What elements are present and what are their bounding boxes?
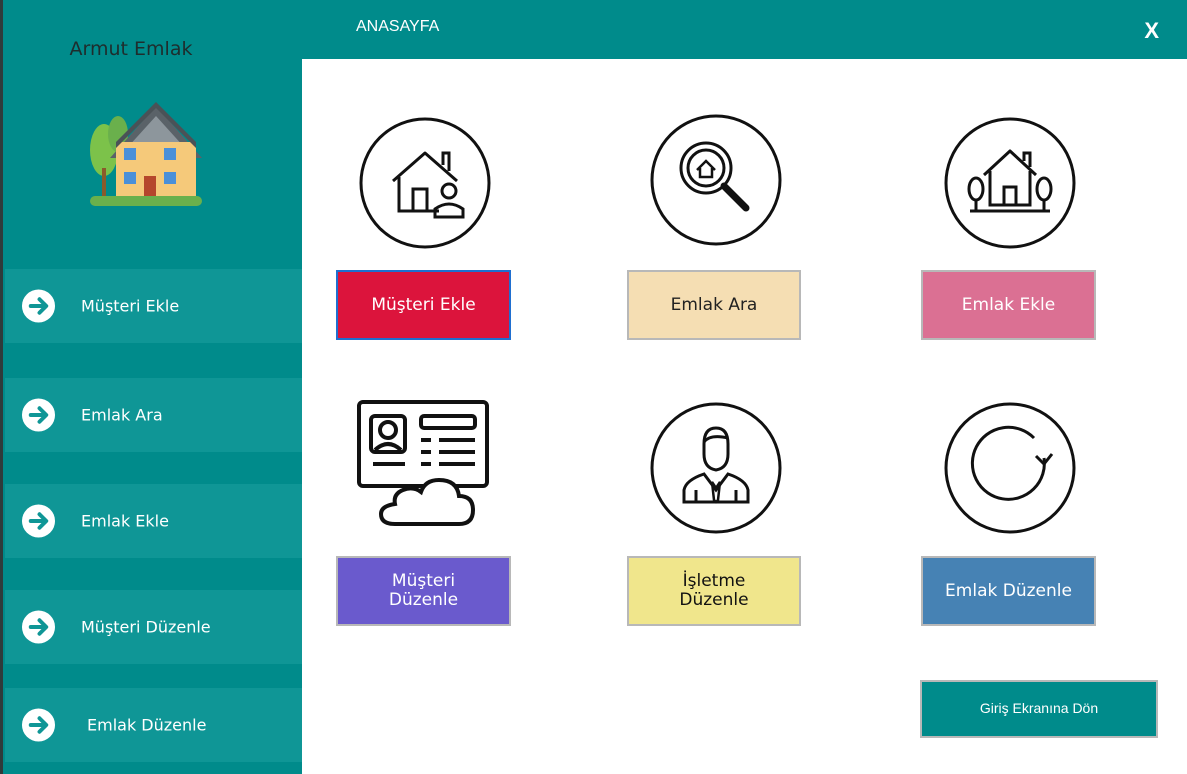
emlak-ekle-button[interactable]: Emlak Ekle: [921, 270, 1096, 340]
sidebar-item-emlak-ekle[interactable]: Emlak Ekle: [5, 484, 302, 558]
button-label: Giriş Ekranına Dön: [979, 700, 1099, 717]
sidebar-item-label: Müşteri Ekle: [81, 296, 180, 316]
house-user-icon: [359, 117, 491, 249]
search-house-icon: [650, 114, 782, 246]
sidebar-item-label: Emlak Düzenle: [87, 715, 207, 735]
arrow-right-circle-icon: [21, 398, 56, 432]
header-bar: ANASAYFA X: [302, 0, 1187, 59]
button-label: Emlak Düzenle: [945, 580, 1072, 601]
button-label-line1: İşletme: [682, 571, 746, 592]
page-title: ANASAYFA: [356, 18, 440, 35]
button-label: Emlak Ekle: [961, 294, 1056, 315]
emlak-duzenle-button[interactable]: Emlak Düzenle: [921, 556, 1096, 626]
emlak-ara-button[interactable]: Emlak Ara: [627, 270, 801, 340]
isletme-duzenle-button[interactable]: İşletme Düzenle: [627, 556, 801, 626]
sidebar-item-musteri-duzenle[interactable]: Müşteri Düzenle: [5, 590, 302, 664]
button-label: Müşteri Ekle: [371, 294, 476, 315]
close-button[interactable]: X: [1144, 18, 1159, 44]
giris-ekranina-don-button[interactable]: Giriş Ekranına Dön: [920, 680, 1158, 738]
sidebar-item-musteri-ekle[interactable]: Müşteri Ekle: [5, 269, 302, 343]
sidebar: Armut Emlak Müşteri Ekle Emlak Ara Emlak…: [0, 0, 302, 774]
app-title: Armut Emlak: [69, 38, 193, 60]
musteri-duzenle-button[interactable]: Müşteri Düzenle: [336, 556, 511, 626]
businessman-icon: [650, 402, 782, 534]
window-edge: [0, 0, 3, 774]
button-label-line2: Düzenle: [388, 590, 459, 610]
arrow-right-circle-icon: [21, 504, 56, 538]
sidebar-item-emlak-duzenle[interactable]: Emlak Düzenle: [5, 688, 302, 762]
arrow-right-circle-icon: [21, 289, 56, 323]
button-label: Emlak Ara: [670, 294, 758, 315]
arrow-right-circle-icon: [21, 708, 56, 742]
sidebar-item-emlak-ara[interactable]: Emlak Ara: [5, 378, 302, 452]
button-label-line2: Düzenle: [679, 590, 749, 610]
arrow-right-circle-icon: [21, 610, 56, 644]
musteri-ekle-button[interactable]: Müşteri Ekle: [336, 270, 511, 340]
refresh-icon: [944, 402, 1076, 534]
profile-card-cloud-icon: [357, 400, 489, 526]
sidebar-item-label: Müşteri Düzenle: [81, 617, 211, 637]
sidebar-item-label: Emlak Ekle: [81, 511, 169, 531]
house-logo-icon: [90, 102, 202, 206]
house-trees-icon: [944, 117, 1076, 249]
sidebar-item-label: Emlak Ara: [81, 405, 163, 425]
button-label-line1: Müşteri: [391, 571, 456, 592]
